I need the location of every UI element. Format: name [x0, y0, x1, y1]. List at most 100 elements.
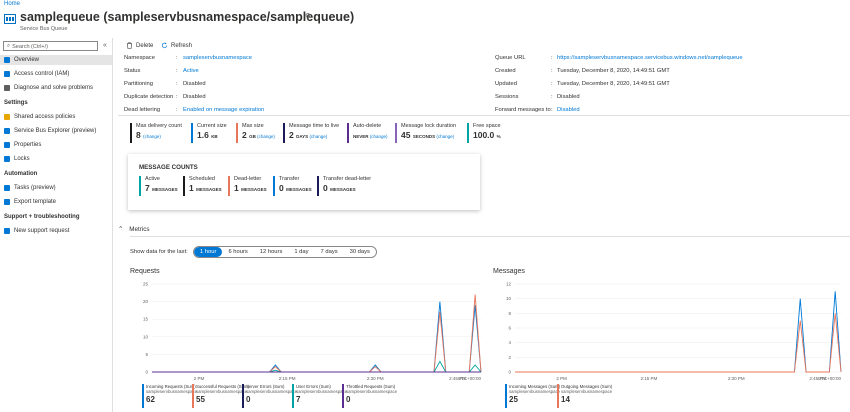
sidebar-item-label: Tasks (preview)	[14, 185, 56, 191]
essentials-value-queue-url[interactable]: https://sampleservbusnamespace.servicebu…	[557, 55, 743, 61]
essentials-value-status[interactable]: Active	[183, 68, 199, 74]
overview-icon	[4, 57, 10, 63]
collapse-sidebar-button[interactable]: «	[103, 42, 107, 49]
sidebar-item-locks[interactable]: Locks	[0, 154, 112, 164]
essentials-colon: :	[551, 55, 553, 61]
change-link[interactable]: (change)	[370, 134, 388, 139]
essentials-value-forward-messages-to[interactable]: Disabled	[557, 107, 580, 113]
sidebar-item-diagnose-and-solve-problems[interactable]: Diagnose and solve problems	[0, 83, 112, 93]
legend-incoming-messages-sum[interactable]: Incoming Messages (Sum) sampleservbusname…	[505, 384, 560, 408]
time-range-1-day[interactable]: 1 day	[288, 247, 314, 257]
sidebar-item-label: Access control (IAM)	[14, 71, 70, 77]
refresh-label: Refresh	[171, 42, 193, 49]
support-icon	[4, 228, 10, 234]
message-count-value: 0 MESSAGES	[279, 183, 312, 193]
essentials-colon: :	[176, 107, 178, 113]
sidebar-section-settings: Settings	[4, 100, 28, 106]
tile-unit: SECONDS	[412, 134, 437, 139]
sidebar-item-overview[interactable]: Overview	[0, 55, 112, 65]
legend-outgoing-messages-sum[interactable]: Outgoing Messages (Sum) sampleservbusname…	[557, 384, 612, 408]
messages-chart-title: Messages	[493, 268, 525, 275]
tile-unit: GB	[249, 134, 258, 139]
sidebar-item-new-support-request[interactable]: New support request	[0, 226, 112, 236]
tile-value: 100.0 %	[473, 130, 501, 140]
tile-label: Auto-delete	[353, 123, 382, 129]
y-tick-label: 20	[143, 299, 149, 304]
search-placeholder: Search (Ctrl+/)	[12, 43, 49, 50]
tile-value: 2 GB (change)	[242, 130, 275, 140]
sidebar-item-properties[interactable]: Properties	[0, 140, 112, 150]
export-icon	[4, 199, 10, 205]
time-range-12-hours[interactable]: 12 hours	[254, 247, 289, 257]
series-line-incoming-messages-sum	[515, 291, 842, 373]
sidebar-item-label: New support request	[14, 228, 70, 234]
change-link[interactable]: (change)	[436, 134, 454, 139]
delete-button[interactable]: Delete	[126, 42, 153, 49]
search-input[interactable]: ⌕ Search (Ctrl+/)	[3, 41, 98, 51]
message-counts-card: MESSAGE COUNTS Active 7 MESSAGES Scheduled…	[128, 154, 480, 210]
essentials-label: Updated	[495, 81, 517, 87]
tile-value: 2 DAYS (change)	[289, 130, 339, 140]
sidebar-item-label: Properties	[14, 142, 42, 148]
refresh-button[interactable]: Refresh	[161, 42, 192, 49]
message-count-value: 1 MESSAGES	[189, 183, 222, 193]
tile-number: 1.6	[197, 130, 212, 140]
change-link[interactable]: (change)	[257, 134, 275, 139]
message-count-value: 7 MESSAGES	[145, 183, 178, 193]
y-tick-label: 0	[508, 370, 511, 375]
x-tick-label: 2:30 PM	[367, 376, 384, 381]
y-tick-label: 25	[143, 282, 149, 287]
tile-label: Max size	[242, 123, 264, 129]
essentials-value-dead-lettering[interactable]: Enabled on message expiration	[183, 107, 264, 113]
tile-label: Current size	[197, 123, 227, 129]
sidebar-item-access-control-iam[interactable]: Access control (IAM)	[0, 69, 112, 79]
delete-label: Delete	[136, 42, 154, 49]
time-range-7-days[interactable]: 7 days	[315, 247, 344, 257]
pin-icon[interactable]: ⚲	[305, 12, 311, 21]
legend-value: 7	[296, 395, 301, 404]
y-tick-label: 10	[143, 334, 149, 339]
essentials-label: Partitioning	[124, 81, 154, 87]
legend-successful-requests-sum[interactable]: Successful Requests (Sum) sampleservbusna…	[192, 384, 249, 408]
x-tick-label: 2:15 PM	[279, 376, 296, 381]
y-tick-label: 10	[506, 296, 512, 301]
essentials-value-namespace[interactable]: sampleservbusnamespace	[183, 55, 252, 61]
message-count-active: Active 7 MESSAGES	[139, 176, 178, 196]
legend-throttled-requests-sum[interactable]: Throttled Requests (Sum) sampleservbusnam…	[342, 384, 397, 408]
tile-unit: KB	[211, 134, 218, 139]
legend-server-errors-sum[interactable]: Server Errors (Sum) sampleservbusnamespac…	[242, 384, 297, 408]
time-range-selector: 1 hour 6 hours 12 hours 1 day 7 days 30 days	[193, 246, 377, 258]
x-tick-label: 2:15 PM	[641, 376, 658, 381]
legend-user-errors-sum[interactable]: User Errors (Sum) sampleservbusnamespace 7	[292, 384, 347, 408]
message-counts-title: MESSAGE COUNTS	[139, 164, 198, 171]
series-line-successful-requests-sum	[152, 294, 482, 373]
sidebar-item-export-template[interactable]: Export template	[0, 197, 112, 207]
sidebar-item-service-bus-explorer-preview[interactable]: Service Bus Explorer (preview)	[0, 126, 112, 136]
tile-number: 100.0	[473, 130, 497, 140]
message-count-value: 0 MESSAGES	[323, 183, 371, 193]
time-range-1-hour[interactable]: 1 hour	[194, 247, 223, 257]
change-link[interactable]: (change)	[309, 134, 327, 139]
essentials-label: Created	[495, 68, 516, 74]
time-range-30-days[interactable]: 30 days	[344, 247, 376, 257]
metrics-header[interactable]: ⌃ Metrics	[118, 226, 150, 233]
sidebar-item-shared-access-policies[interactable]: Shared access policies	[0, 112, 112, 122]
essentials-value-sessions: Disabled	[557, 94, 580, 100]
essentials-value-created: Tuesday, December 8, 2020, 14:49:51 GMT	[557, 68, 670, 74]
tile-label: Max delivery count	[136, 123, 182, 129]
y-tick-label: 4	[508, 340, 511, 345]
change-link[interactable]: (change)	[143, 134, 161, 139]
tile-max-delivery-count: Max delivery count 8 (change)	[130, 123, 182, 143]
legend-value: 0	[346, 395, 351, 404]
tile-label: Free space	[473, 123, 501, 129]
trash-icon	[127, 42, 132, 49]
tile-value: 1.6 KB	[197, 130, 227, 140]
time-range-6-hours[interactable]: 6 hours	[222, 247, 253, 257]
breadcrumb-home[interactable]: Home	[4, 1, 20, 7]
sidebar-item-tasks-preview[interactable]: Tasks (preview)	[0, 183, 112, 193]
service-bus-queue-icon	[4, 14, 16, 24]
essentials-colon: :	[551, 81, 553, 87]
sidebar-section-support-troubleshooting: Support + troubleshooting	[4, 214, 80, 220]
tile-value: NEVER (change)	[353, 130, 388, 140]
legend-incoming-requests-sum[interactable]: Incoming Requests (Sum) sampleservbusname…	[142, 384, 197, 408]
